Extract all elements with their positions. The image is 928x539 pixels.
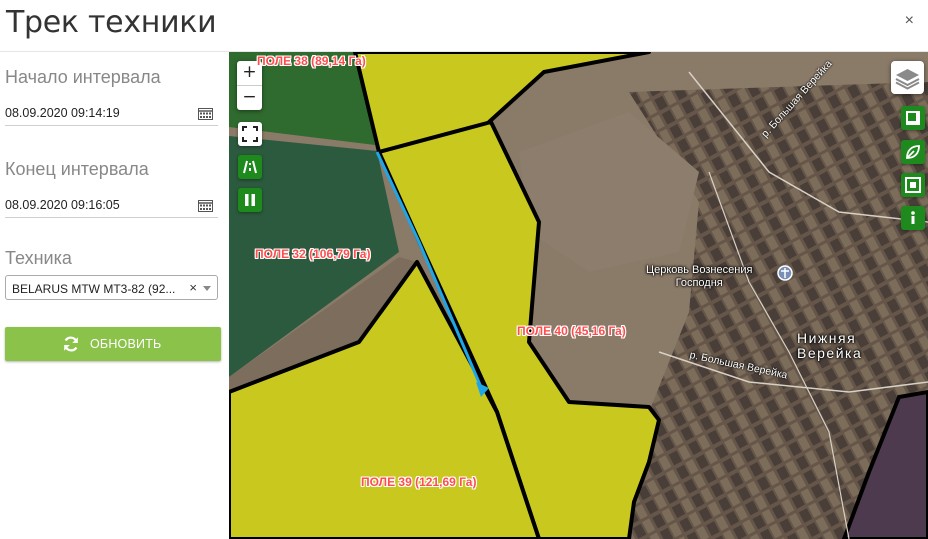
fullscreen-icon [242, 126, 258, 142]
filter-panel: Начало интервала 08.09.2020 09:14:19 Кон… [0, 52, 229, 539]
zoom-control[interactable]: + − [237, 61, 262, 110]
field-label-32[interactable]: ПОЛЕ 32 (106,79 Га) [255, 247, 370, 261]
field-label-38[interactable]: ПОЛЕ 38 (89,14 Га) [257, 54, 366, 68]
chevron-down-icon[interactable] [203, 286, 211, 291]
layers-button[interactable] [891, 61, 924, 94]
pause-button[interactable] [238, 188, 262, 212]
village-label: Нижняя Верейка [797, 330, 863, 361]
refresh-button[interactable]: ОБНОВИТЬ [5, 327, 221, 361]
clear-selection-icon[interactable]: × [189, 280, 197, 295]
fullscreen-button[interactable] [238, 122, 262, 146]
calendar-icon[interactable] [198, 107, 213, 120]
leaf-button[interactable] [901, 140, 925, 164]
machine-selected-value: BELARUS MTW MT3-82 (92... [12, 282, 176, 296]
satellite-map [229, 52, 928, 539]
refresh-button-label: ОБНОВИТЬ [90, 337, 162, 351]
pause-icon [245, 194, 255, 206]
frame-icon [905, 177, 921, 193]
machine-select[interactable]: BELARUS MTW MT3-82 (92... × [5, 275, 218, 300]
leaf-icon [906, 145, 920, 159]
end-interval-value: 08.09.2020 09:16:05 [5, 198, 120, 212]
church-label: Церковь Вознесения Господня [646, 264, 753, 289]
info-icon [911, 211, 915, 224]
field-label-40[interactable]: ПОЛЕ 40 (45,16 Га) [517, 324, 626, 338]
end-interval-label: Конец интервала [5, 159, 149, 179]
start-interval-field[interactable]: 08.09.2020 09:14:19 [5, 98, 218, 126]
machine-label: Техника [5, 248, 72, 268]
close-icon[interactable]: × [905, 12, 914, 30]
dialog-title: Трек техники [6, 5, 217, 40]
calendar-icon[interactable] [198, 199, 213, 212]
end-interval-field[interactable]: 08.09.2020 09:16:05 [5, 190, 218, 218]
map-view[interactable]: + − ПОЛЕ 38 (89,14 Га) ПОЛЕ 32 (106,79 Г… [229, 52, 928, 539]
refresh-icon [64, 336, 78, 352]
start-interval-label: Начало интервала [5, 67, 161, 87]
field-label-39[interactable]: ПОЛЕ 39 (121,69 Га) [361, 475, 476, 489]
frame-button[interactable] [901, 173, 925, 197]
square-icon [906, 111, 920, 125]
start-interval-value: 08.09.2020 09:14:19 [5, 106, 120, 120]
zoom-out-button[interactable]: − [237, 86, 262, 110]
square-button[interactable] [901, 106, 925, 130]
road-icon [243, 160, 257, 174]
info-button[interactable] [901, 206, 925, 230]
layers-icon [895, 69, 920, 90]
road-mode-button[interactable] [238, 155, 262, 179]
dialog-header: Трек техники × [0, 0, 928, 52]
